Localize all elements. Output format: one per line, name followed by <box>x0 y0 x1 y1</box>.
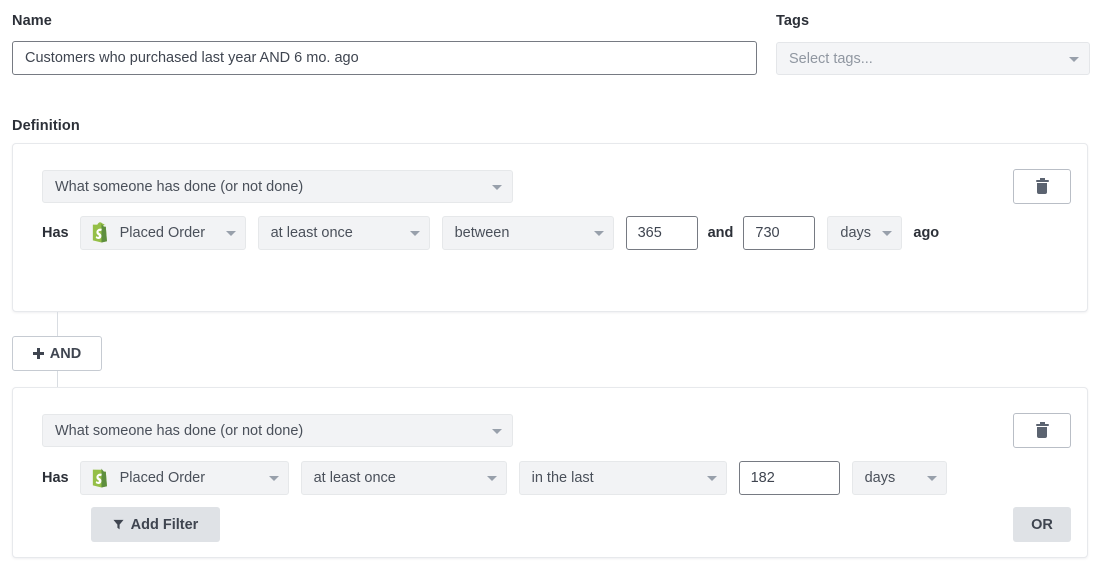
delete-condition-button[interactable] <box>1013 413 1071 448</box>
condition-type-select[interactable]: What someone has done (or not done) <box>42 414 513 447</box>
timeframe-value-end-input[interactable] <box>743 216 815 250</box>
chevron-down-icon <box>927 476 937 481</box>
tags-select[interactable]: Select tags... <box>776 42 1090 75</box>
chevron-down-icon <box>492 185 502 190</box>
chevron-down-icon <box>226 231 236 236</box>
time-unit-value: days <box>840 225 871 241</box>
shopify-icon <box>91 222 111 244</box>
metric-select[interactable]: Placed Order <box>80 461 289 495</box>
plus-icon <box>33 348 44 359</box>
condition-type-value: What someone has done (or not done) <box>55 179 303 195</box>
filter-icon <box>113 519 124 530</box>
timeframe-select[interactable]: between <box>442 216 614 250</box>
trash-icon <box>1036 423 1049 438</box>
has-label: Has <box>42 470 69 486</box>
trash-icon <box>1036 179 1049 194</box>
definition-label: Definition <box>12 118 80 134</box>
timeframe-value: between <box>455 225 510 241</box>
timeframe-value: in the last <box>532 470 594 486</box>
segment-name-input[interactable] <box>12 41 757 75</box>
chevron-down-icon <box>487 476 497 481</box>
timeframe-value-start-input[interactable] <box>739 461 840 495</box>
add-filter-label: Add Filter <box>131 517 199 533</box>
frequency-select[interactable]: at least once <box>301 461 507 495</box>
tags-label: Tags <box>776 13 1090 29</box>
condition-type-value: What someone has done (or not done) <box>55 423 303 439</box>
frequency-value: at least once <box>314 470 396 486</box>
add-filter-button[interactable]: Add Filter <box>91 507 220 542</box>
chevron-down-icon <box>707 476 717 481</box>
tags-field-group: Tags Select tags... <box>776 13 1090 75</box>
has-label: Has <box>42 225 69 241</box>
condition-row: Has Placed Order at least once in the la… <box>42 461 947 495</box>
chevron-down-icon <box>882 231 892 236</box>
name-field-group: Name <box>12 13 757 75</box>
and-label: AND <box>50 346 81 362</box>
segment-builder-page: Name Tags Select tags... Definition What… <box>0 0 1100 573</box>
delete-condition-button[interactable] <box>1013 169 1071 204</box>
condition-block: What someone has done (or not done) Has … <box>12 143 1088 312</box>
or-button[interactable]: OR <box>1013 507 1071 542</box>
timeframe-value-start-input[interactable] <box>626 216 698 250</box>
metric-value: Placed Order <box>120 470 205 486</box>
chevron-down-icon <box>492 429 502 434</box>
time-unit-value: days <box>865 470 896 486</box>
tags-placeholder: Select tags... <box>789 51 873 67</box>
metric-select[interactable]: Placed Order <box>80 216 246 250</box>
timeframe-suffix-label: ago <box>913 225 939 241</box>
metric-value: Placed Order <box>120 225 205 241</box>
timeframe-select[interactable]: in the last <box>519 461 727 495</box>
condition-type-select[interactable]: What someone has done (or not done) <box>42 170 513 203</box>
frequency-select[interactable]: at least once <box>258 216 430 250</box>
chevron-down-icon <box>269 476 279 481</box>
condition-block: What someone has done (or not done) Has … <box>12 387 1088 558</box>
frequency-value: at least once <box>271 225 353 241</box>
range-joiner-label: and <box>708 225 734 241</box>
add-and-block-button[interactable]: AND <box>12 336 102 371</box>
time-unit-select[interactable]: days <box>827 216 902 250</box>
or-label: OR <box>1031 517 1053 533</box>
chevron-down-icon <box>410 231 420 236</box>
chevron-down-icon <box>594 231 604 236</box>
time-unit-select[interactable]: days <box>852 461 947 495</box>
name-label: Name <box>12 13 757 29</box>
shopify-icon <box>91 467 111 489</box>
condition-row: Has Placed Order at least once between <box>42 216 939 250</box>
chevron-down-icon <box>1069 57 1079 62</box>
